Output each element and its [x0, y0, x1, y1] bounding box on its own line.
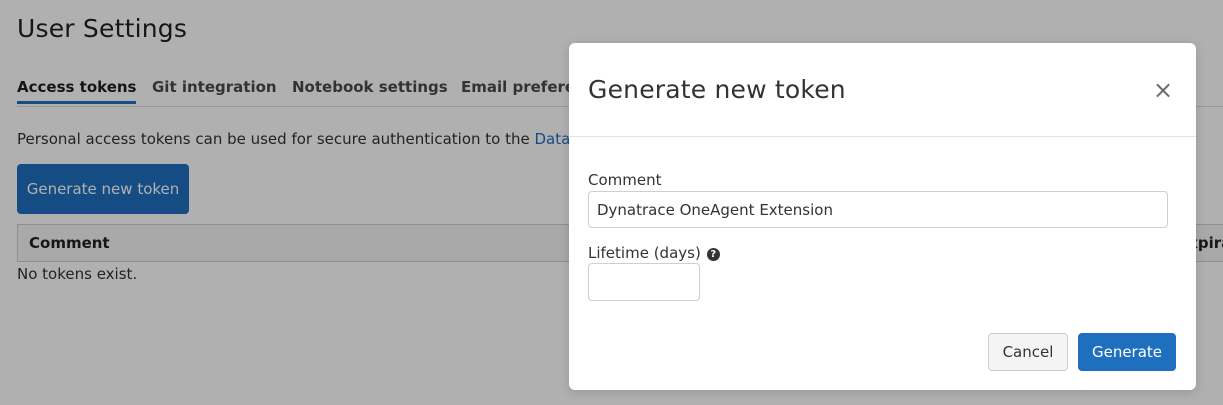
close-icon[interactable]: × [1152, 78, 1174, 102]
lifetime-label: Lifetime (days)? [588, 244, 720, 262]
dialog-title: Generate new token [588, 75, 846, 104]
generate-token-dialog: Generate new token × Comment Lifetime (d… [569, 43, 1196, 390]
comment-label: Comment [588, 171, 662, 189]
cancel-button[interactable]: Cancel [988, 333, 1068, 371]
comment-input[interactable] [588, 191, 1168, 228]
settings-page: User Settings Access tokens Git integrat… [0, 0, 1223, 405]
dialog-header: Generate new token × [569, 43, 1196, 137]
lifetime-input[interactable] [588, 263, 700, 301]
question-circle-icon[interactable]: ? [706, 248, 720, 261]
lifetime-label-text: Lifetime (days) [588, 244, 701, 262]
generate-button[interactable]: Generate [1078, 333, 1176, 371]
